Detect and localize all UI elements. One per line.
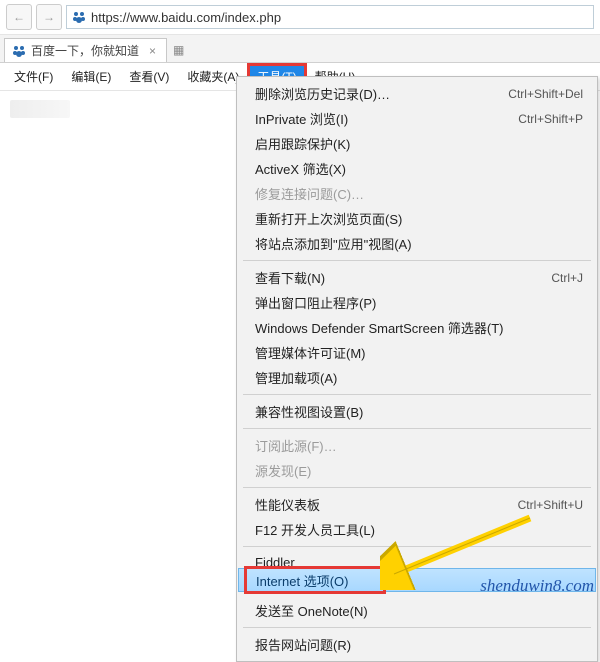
menu-item[interactable]: 将站点添加到"应用"视图(A) xyxy=(237,231,597,256)
menu-item-label: 管理加载项(A) xyxy=(255,368,337,387)
tab-title: 百度一下，你就知道 xyxy=(31,42,139,59)
menu-item-label: F12 开发人员工具(L) xyxy=(255,520,375,539)
menu-item-label: 弹出窗口阻止程序(P) xyxy=(255,293,376,312)
menu-item[interactable]: 重新打开上次浏览页面(S) xyxy=(237,206,597,231)
menu-item-label: 源发现(E) xyxy=(255,461,311,480)
menu-item[interactable]: 弹出窗口阻止程序(P) xyxy=(237,290,597,315)
arrow-left-icon: ← xyxy=(13,10,25,24)
nav-toolbar: ← → xyxy=(0,0,600,35)
tab-strip: 百度一下，你就知道 × ▦ xyxy=(0,35,600,63)
menu-view[interactable]: 查看(V) xyxy=(121,65,177,88)
site-paw-icon xyxy=(71,9,87,25)
menu-item[interactable]: 删除浏览历史记录(D)… Ctrl+Shift+Del xyxy=(237,81,597,106)
menu-item[interactable]: Windows Defender SmartScreen 筛选器(T) xyxy=(237,315,597,340)
menu-item[interactable]: 发送至 OneNote(N) xyxy=(237,598,597,623)
menu-item[interactable]: ActiveX 筛选(X) xyxy=(237,156,597,181)
menu-item-shortcut: Ctrl+Shift+Del xyxy=(508,87,583,101)
blurred-region xyxy=(10,100,70,118)
arrow-right-icon: → xyxy=(43,10,55,24)
address-bar[interactable] xyxy=(66,5,594,29)
menu-item-label: 将站点添加到"应用"视图(A) xyxy=(255,234,412,253)
menu-separator xyxy=(243,428,591,429)
menu-item-label: InPrivate 浏览(I) xyxy=(255,109,348,128)
menu-item-label: 管理媒体许可证(M) xyxy=(255,343,366,362)
menu-item-label: ActiveX 筛选(X) xyxy=(255,159,346,178)
menu-item[interactable]: 管理加载项(A) xyxy=(237,365,597,390)
menu-item-label: 发送至 OneNote(N) xyxy=(255,601,368,620)
menu-separator xyxy=(243,627,591,628)
menu-file[interactable]: 文件(F) xyxy=(6,65,61,88)
menu-item-label: 启用跟踪保护(K) xyxy=(255,134,350,153)
menu-item[interactable]: 兼容性视图设置(B) xyxy=(237,399,597,424)
menu-item-label: 性能仪表板 xyxy=(255,495,320,514)
watermark-text: shenduwin8.com xyxy=(480,576,594,596)
browser-tab[interactable]: 百度一下，你就知道 × xyxy=(4,38,167,62)
menu-edit[interactable]: 编辑(E) xyxy=(63,65,119,88)
menu-item[interactable]: 查看下载(N) Ctrl+J xyxy=(237,265,597,290)
menu-item-shortcut: Ctrl+Shift+P xyxy=(518,112,583,126)
back-button[interactable]: ← xyxy=(6,4,32,30)
menu-separator xyxy=(243,260,591,261)
url-input[interactable] xyxy=(91,10,589,25)
menu-item-shortcut: Ctrl+J xyxy=(551,271,583,285)
menu-item: 订阅此源(F)… xyxy=(237,433,597,458)
menu-item-label: 查看下载(N) xyxy=(255,268,325,287)
menu-item-label: 修复连接问题(C)… xyxy=(255,184,364,203)
new-tab-button[interactable]: ▦ xyxy=(173,43,184,57)
menu-item[interactable]: 启用跟踪保护(K) xyxy=(237,131,597,156)
close-icon[interactable]: × xyxy=(149,44,156,58)
menu-separator xyxy=(243,487,591,488)
menu-item-label: 兼容性视图设置(B) xyxy=(255,402,363,421)
menu-item-label: Windows Defender SmartScreen 筛选器(T) xyxy=(255,318,504,337)
menu-item-label: 重新打开上次浏览页面(S) xyxy=(255,209,402,228)
forward-button[interactable]: → xyxy=(36,4,62,30)
menu-item-label: 订阅此源(F)… xyxy=(255,436,337,455)
menu-item-label: 报告网站问题(R) xyxy=(255,635,351,654)
menu-item[interactable]: 报告网站问题(R) xyxy=(237,632,597,657)
menu-item: 修复连接问题(C)… xyxy=(237,181,597,206)
menu-separator xyxy=(243,394,591,395)
menu-item-label: 删除浏览历史记录(D)… xyxy=(255,84,390,103)
menu-item: 源发现(E) xyxy=(237,458,597,483)
annotation-redbox xyxy=(244,566,386,594)
menu-item[interactable]: InPrivate 浏览(I) Ctrl+Shift+P xyxy=(237,106,597,131)
tab-paw-icon xyxy=(11,43,27,59)
menu-item[interactable]: 管理媒体许可证(M) xyxy=(237,340,597,365)
